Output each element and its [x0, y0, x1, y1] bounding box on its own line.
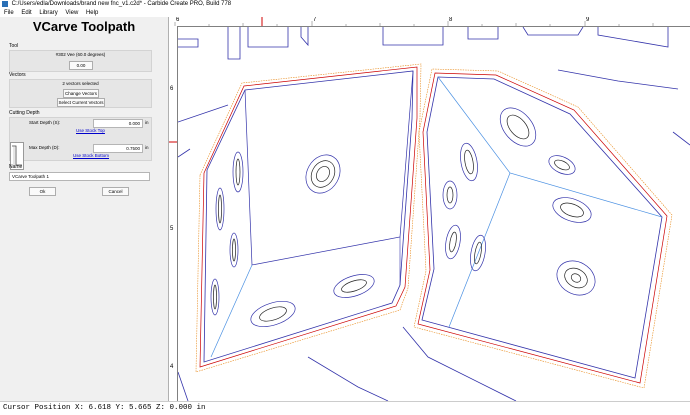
title-bar: C:/Users/edla/Downloads/brand new fnc_v1… [0, 0, 690, 9]
left-ruler: 6 5 4 [169, 26, 178, 401]
cube-left-outlines [195, 63, 422, 373]
ok-button[interactable]: Ok [29, 187, 56, 196]
select-current-vectors-button[interactable]: Select Current Vectors [57, 98, 105, 107]
cutting-depth-section-label: Cutting Depth [9, 110, 40, 116]
tool-select-button[interactable]: 0.00 [69, 61, 93, 70]
menu-view[interactable]: View [65, 9, 78, 17]
start-depth-label: Start Depth (S): [29, 120, 61, 125]
vectors-group: 2 vectors selected Change Vectors Select… [9, 79, 152, 108]
tool-group: #302 Vee (60.0 degrees) 0.00 [9, 50, 152, 72]
toolpath-name-input[interactable]: VCarve Toolpath 1 [9, 172, 150, 181]
menu-file[interactable]: File [4, 9, 14, 17]
menu-bar: File Edit Library View Help [0, 9, 690, 17]
status-bar: Cursor Position X: 6.618 Y: 5.665 Z: 0.0… [0, 401, 690, 415]
change-vectors-button[interactable]: Change Vectors [63, 89, 99, 98]
top-ruler-ticks [174, 17, 654, 26]
cancel-button[interactable]: Cancel [102, 187, 129, 196]
use-stock-top-link[interactable]: Use Stock Top [76, 128, 105, 133]
pips-left-cube [210, 151, 375, 327]
top-letters [178, 27, 669, 60]
design-drawing [178, 27, 690, 401]
tool-section-label: Tool [9, 43, 19, 49]
max-depth-unit: in [145, 145, 149, 150]
start-depth-input[interactable]: 0.000 [93, 119, 143, 128]
toolpath-panel: VCarve Toolpath Tool #302 Vee (60.0 degr… [0, 17, 169, 401]
menu-library[interactable]: Library [39, 9, 57, 17]
use-stock-bottom-link[interactable]: Use Stock Bottom [73, 153, 109, 158]
max-depth-input[interactable]: 0.7500 [93, 144, 143, 153]
panel-title: VCarve Toolpath [32, 19, 136, 34]
name-section-label: Name [9, 164, 23, 170]
menu-edit[interactable]: Edit [21, 9, 31, 17]
top-ruler: 6 7 8 9 [169, 17, 690, 27]
design-canvas[interactable]: 6 7 8 9 6 5 4 [169, 17, 690, 401]
pips-right-cube [442, 107, 596, 296]
vector-count: 2 vectors selected [62, 81, 99, 86]
tool-name: #302 Vee (60.0 degrees) [55, 52, 106, 57]
menu-help[interactable]: Help [86, 9, 98, 17]
background-lines [178, 69, 690, 401]
cube-right-outlines [413, 68, 673, 389]
left-ruler-ticks [169, 141, 177, 143]
window-title: C:/Users/edla/Downloads/brand new fnc_v1… [11, 1, 232, 7]
app-icon [2, 1, 8, 7]
vectors-section-label: Vectors [9, 72, 26, 78]
start-depth-unit: in [145, 120, 149, 125]
cursor-position: Cursor Position X: 6.618 Y: 5.665 Z: 0.0… [3, 404, 206, 412]
max-depth-label: Max Depth (D): [29, 145, 60, 150]
